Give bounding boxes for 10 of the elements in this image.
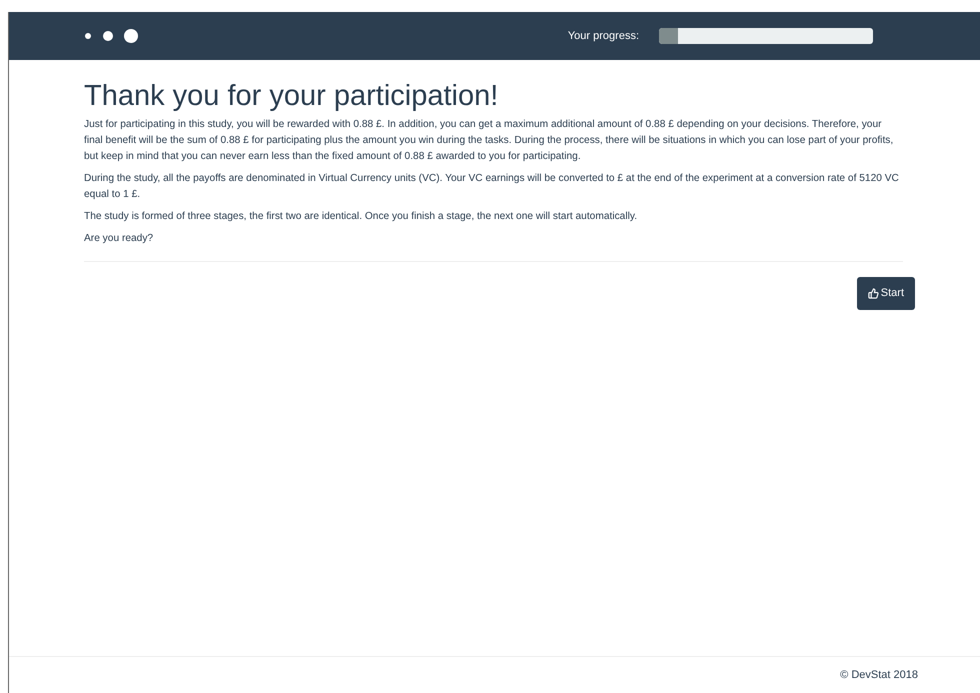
paragraph: Are you ready? (84, 232, 154, 246)
paragraph: Just for participating in this study, you will be rewarded with 0.88 £. In addition, you can get a maximum additional amount of 0.88 £ depending on your decisions. Therefore, your final benefit will be the sum of 0.88 £ for participating plus the amount you win during the tasks. During the process, there will be situations in which you can lose part of your profits, but keep in mind that you can never earn less than the fixed amount of 0.88 £ awarded to you for participating. (84, 118, 894, 164)
start-button[interactable]: Start (856, 277, 915, 310)
thumbs-up-icon (868, 288, 879, 299)
paragraph: The study is formed of three stages, the first two are identical. Once you finish a stage, the next one will start automatically. (84, 210, 638, 224)
progress-label: Your progress: (568, 28, 639, 44)
page-title: Thank you for your participation! (84, 79, 500, 114)
paragraph: During the study, all the payoffs are denominated in Virtual Currency units (VC). Your VC earnings will be converted to £ at the end of the experiment at a conversion rate of 5120 VC equal to 1 £. (84, 172, 900, 202)
footer-copyright: © DevStat 2018 (840, 668, 918, 683)
logo-dots-icon (85, 28, 139, 44)
